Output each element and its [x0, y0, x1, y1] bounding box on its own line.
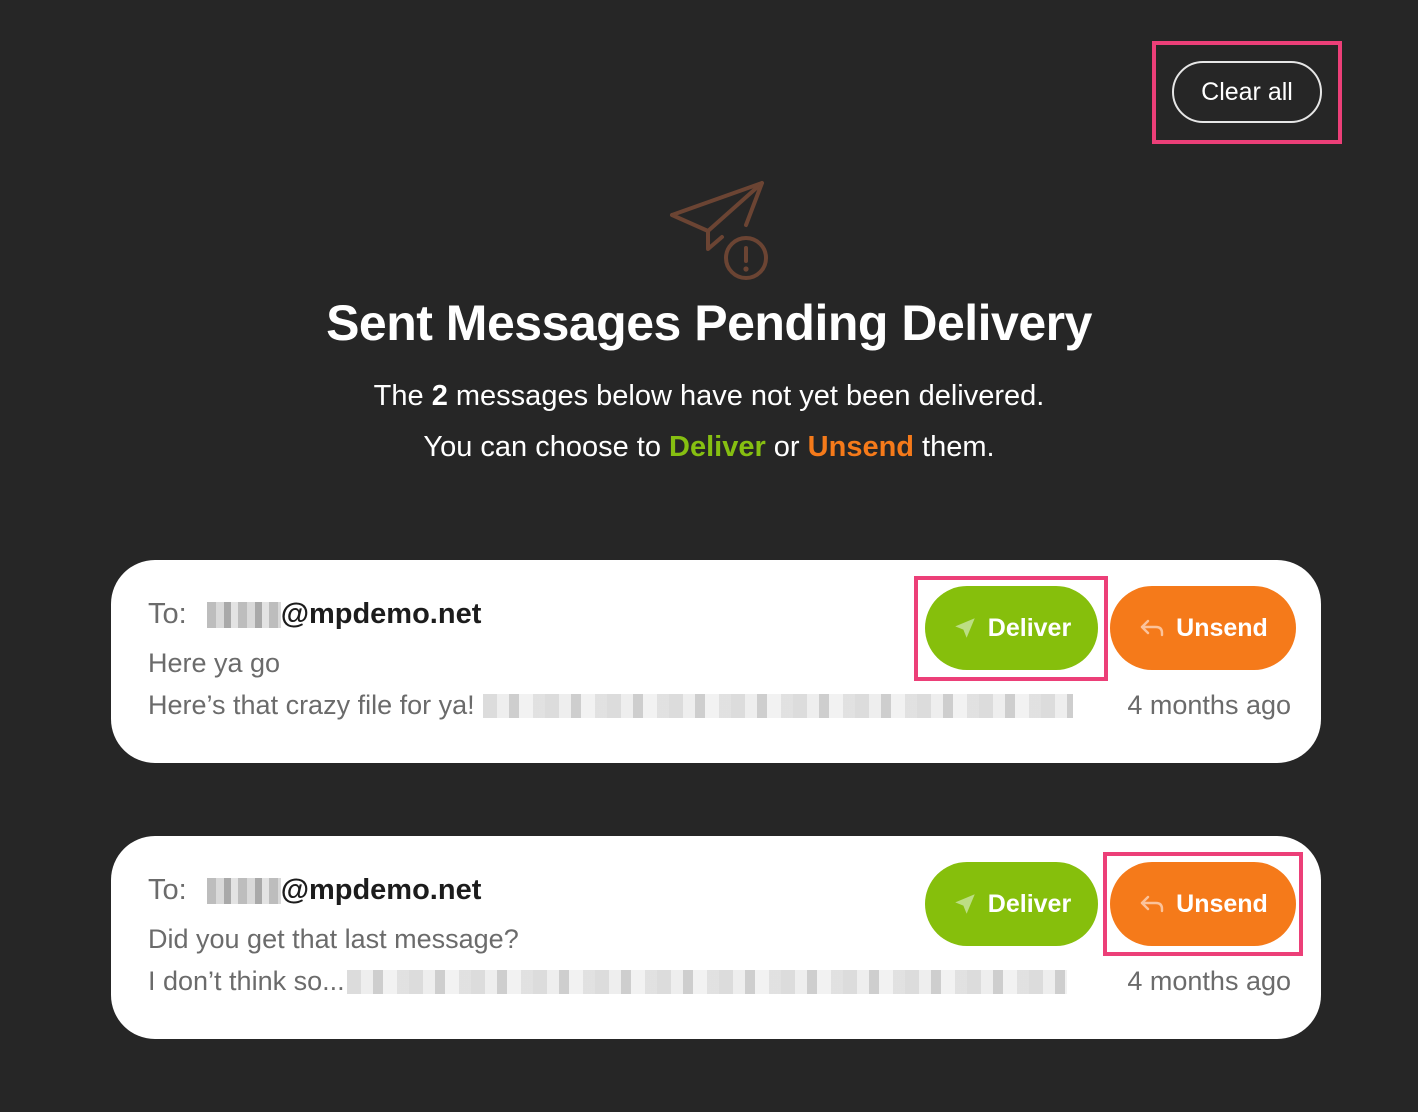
unsend-button[interactable]: Unsend — [1110, 586, 1296, 670]
redacted-preview — [346, 969, 1067, 994]
unsend-label: Unsend — [1176, 613, 1268, 642]
deliver-label: Deliver — [987, 889, 1072, 918]
subtitle-text: messages below have not yet been deliver… — [447, 380, 1045, 412]
message-subject: Here ya go — [148, 648, 281, 678]
message-card: To: @mpdemo.net Did you get that last me… — [111, 836, 1321, 1039]
message-time: 4 months ago — [1127, 966, 1291, 996]
redacted-username — [206, 877, 281, 904]
send-icon — [955, 894, 975, 914]
message-time: 4 months ago — [1127, 690, 1291, 720]
to-label: To: — [148, 598, 187, 630]
message-card: To: @mpdemo.net Here ya go Here’s that c… — [111, 560, 1321, 763]
message-preview: Here’s that crazy file for ya! — [148, 690, 1073, 721]
subtitle-text: You can choose to — [423, 431, 670, 463]
unsend-button[interactable]: Unsend — [1110, 862, 1296, 946]
deliver-label: Deliver — [987, 613, 1072, 642]
send-icon — [955, 618, 975, 638]
subtitle-line-2: You can choose to Deliver or Unsend them… — [0, 431, 1418, 464]
redacted-username — [206, 601, 281, 628]
deliver-word: Deliver — [669, 431, 766, 463]
paper-plane-alert-icon — [670, 181, 768, 280]
reply-arrow-icon — [1140, 895, 1164, 913]
clear-all-button[interactable]: Clear all — [1172, 61, 1322, 123]
subtitle-text: them. — [914, 431, 995, 463]
subtitle-line-1: The 2 messages below have not yet been d… — [0, 380, 1418, 413]
deliver-button[interactable]: Deliver — [925, 862, 1098, 946]
redacted-preview — [482, 693, 1073, 718]
recipient-address: @mpdemo.net — [280, 598, 482, 630]
unsend-label: Unsend — [1176, 889, 1268, 918]
unsend-word: Unsend — [807, 431, 914, 463]
message-subject: Did you get that last message? — [148, 924, 519, 954]
subtitle-text: or — [765, 431, 808, 463]
page-title: Sent Messages Pending Delivery — [326, 295, 1092, 351]
preview-text: I don’t think so... — [148, 966, 345, 996]
subtitle-text: The — [373, 380, 432, 412]
message-preview: I don’t think so... — [148, 966, 1067, 997]
preview-text: Here’s that crazy file for ya! — [148, 690, 475, 720]
recipient-address: @mpdemo.net — [280, 874, 482, 906]
recipient-line: To: @mpdemo.net — [148, 874, 481, 907]
to-label: To: — [148, 874, 187, 906]
message-count: 2 — [431, 380, 448, 412]
deliver-button[interactable]: Deliver — [925, 586, 1098, 670]
reply-arrow-icon — [1140, 619, 1164, 637]
recipient-line: To: @mpdemo.net — [148, 598, 481, 631]
